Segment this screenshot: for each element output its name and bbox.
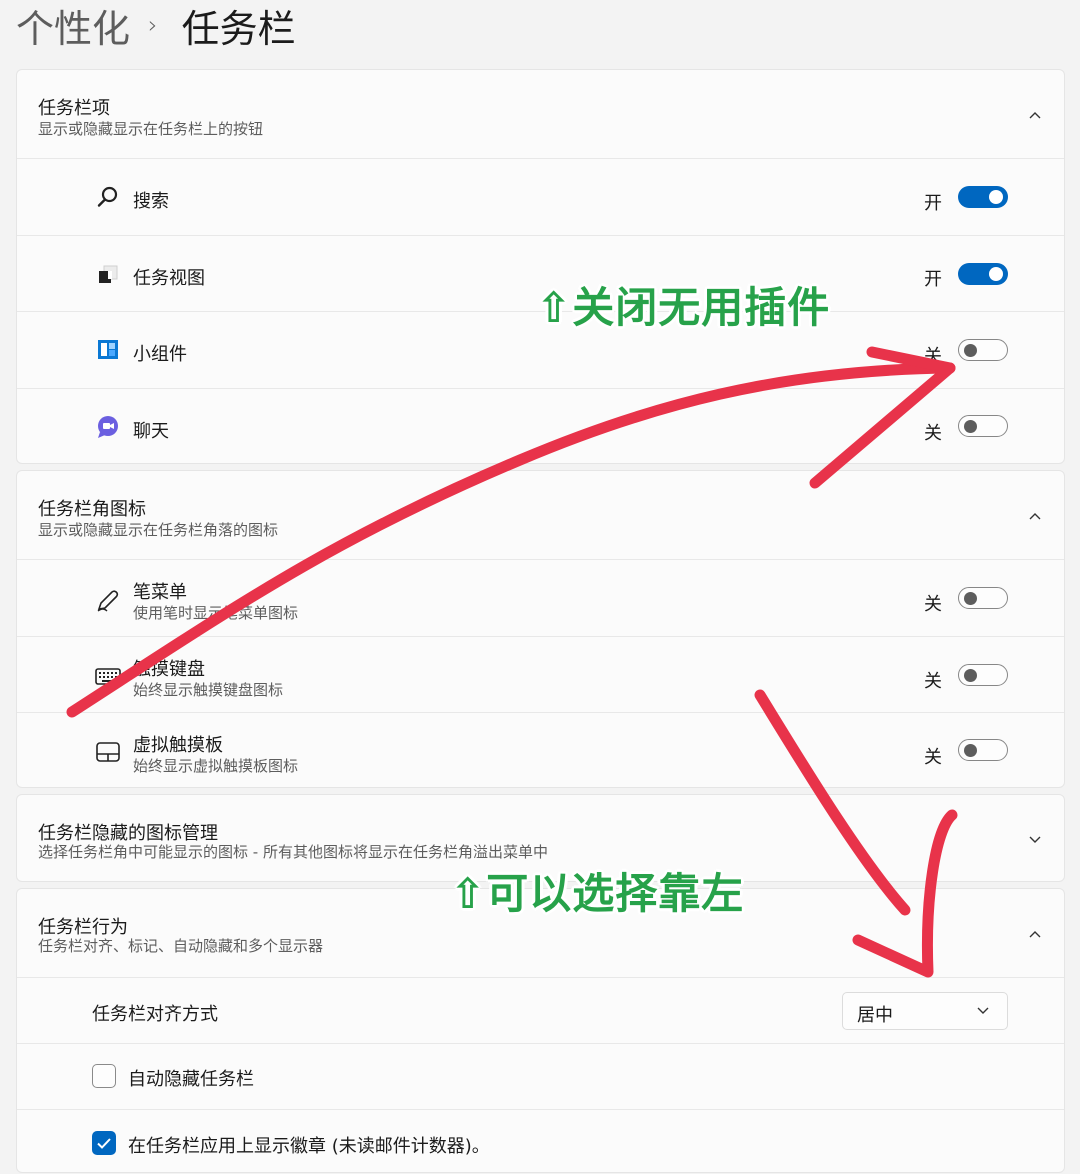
alignment-dropdown[interactable]: 居中 <box>842 992 1008 1030</box>
task-view-label: 任务视图 <box>133 268 205 289</box>
annotation-top-text: 关闭无用插件 <box>572 283 831 332</box>
annotation-close-plugins: ⇧关闭无用插件 <box>536 274 830 335</box>
widgets-icon <box>98 340 118 359</box>
badges-checkbox[interactable] <box>92 1131 116 1155</box>
widgets-label: 小组件 <box>133 344 187 365</box>
task-view-state: 开 <box>924 269 942 290</box>
annotation-bottom-text: 可以选择靠左 <box>486 869 745 918</box>
up-arrow-circle-icon: ⇧ <box>450 869 487 918</box>
section-subtitle: 显示或隐藏显示在任务栏上的按钮 <box>38 120 264 138</box>
touch-keyboard-description: 始终显示触摸键盘图标 <box>133 681 284 699</box>
taskbar-items-header[interactable]: 任务栏项 显示或隐藏显示在任务栏上的按钮 <box>17 70 1064 158</box>
search-toggle[interactable] <box>958 186 1008 208</box>
virtual-touchpad-label: 虚拟触摸板 <box>133 735 223 756</box>
pen-menu-toggle[interactable] <box>958 587 1008 609</box>
corner-icons-header[interactable]: 任务栏角图标 显示或隐藏显示在任务栏角落的图标 <box>17 471 1064 559</box>
auto-hide-label: 自动隐藏任务栏 <box>128 1069 254 1090</box>
task-view-toggle[interactable] <box>958 263 1008 285</box>
chevron-down-icon[interactable] <box>1028 832 1042 846</box>
virtual-touchpad-toggle[interactable] <box>958 739 1008 761</box>
section-subtitle: 选择任务栏角中可能显示的图标 - 所有其他图标将显示在任务栏角溢出菜单中 <box>38 843 548 861</box>
keyboard-icon <box>95 668 121 685</box>
task-view-icon <box>99 265 118 283</box>
pen-menu-state: 关 <box>924 594 942 615</box>
setting-row-virtual-touchpad[interactable]: 虚拟触摸板 始终显示虚拟触摸板图标 关 <box>17 712 1064 789</box>
setting-row-auto-hide[interactable]: 自动隐藏任务栏 <box>17 1043 1064 1109</box>
touch-keyboard-state: 关 <box>924 671 942 692</box>
checkmark-icon <box>97 1138 111 1149</box>
section-subtitle: 显示或隐藏显示在任务栏角落的图标 <box>38 521 279 539</box>
section-title: 任务栏项 <box>38 98 110 119</box>
touch-keyboard-toggle[interactable] <box>958 664 1008 686</box>
widgets-state: 关 <box>924 346 942 367</box>
setting-row-badges[interactable]: 在任务栏应用上显示徽章 (未读邮件计数器)。 <box>17 1109 1064 1174</box>
setting-row-alignment: 任务栏对齐方式 居中 <box>17 977 1064 1043</box>
badges-label: 在任务栏应用上显示徽章 (未读邮件计数器)。 <box>128 1136 490 1157</box>
pen-menu-label: 笔菜单 <box>133 582 187 603</box>
alignment-value: 居中 <box>857 1005 893 1026</box>
section-title: 任务栏角图标 <box>38 499 146 520</box>
corner-icons-card: 任务栏角图标 显示或隐藏显示在任务栏角落的图标 笔菜单 使用笔时显示笔菜单图标 … <box>16 470 1065 788</box>
section-subtitle: 任务栏对齐、标记、自动隐藏和多个显示器 <box>38 937 324 955</box>
breadcrumb-separator: › <box>148 11 158 39</box>
chevron-up-icon[interactable] <box>1028 927 1042 941</box>
chevron-up-icon[interactable] <box>1028 108 1042 122</box>
touchpad-icon <box>96 742 120 762</box>
touch-keyboard-label: 触摸键盘 <box>133 659 205 680</box>
page-title: 任务栏 <box>181 6 296 51</box>
setting-row-touch-keyboard[interactable]: 触摸键盘 始终显示触摸键盘图标 关 <box>17 636 1064 712</box>
chat-icon <box>98 416 118 438</box>
virtual-touchpad-description: 始终显示虚拟触摸板图标 <box>133 757 299 775</box>
search-state: 开 <box>924 193 942 214</box>
pen-menu-description: 使用笔时显示笔菜单图标 <box>133 604 299 622</box>
chevron-up-icon[interactable] <box>1028 509 1042 523</box>
breadcrumb: 个性化 › 任务栏 <box>16 0 296 53</box>
search-icon <box>97 186 118 207</box>
virtual-touchpad-state: 关 <box>924 747 942 768</box>
alignment-label: 任务栏对齐方式 <box>92 1004 218 1025</box>
up-arrow-circle-icon: ⇧ <box>536 283 573 332</box>
setting-row-pen-menu[interactable]: 笔菜单 使用笔时显示笔菜单图标 关 <box>17 559 1064 636</box>
breadcrumb-parent[interactable]: 个性化 <box>16 0 130 53</box>
chat-toggle[interactable] <box>958 415 1008 437</box>
annotation-align-left: ⇧可以选择靠左 <box>450 860 744 921</box>
pen-icon <box>97 590 119 612</box>
setting-row-chat[interactable]: 聊天 关 <box>17 388 1064 465</box>
taskbar-items-card: 任务栏项 显示或隐藏显示在任务栏上的按钮 搜索 开 任务视图 开 小组件 关 聊… <box>16 69 1065 464</box>
setting-row-search[interactable]: 搜索 开 <box>17 158 1064 235</box>
chevron-down-icon <box>977 1007 989 1014</box>
search-label: 搜索 <box>133 191 169 212</box>
auto-hide-checkbox[interactable] <box>92 1064 116 1088</box>
chat-label: 聊天 <box>133 421 169 442</box>
widgets-toggle[interactable] <box>958 339 1008 361</box>
chat-state: 关 <box>924 423 942 444</box>
taskbar-behaviors-card: 任务栏行为 任务栏对齐、标记、自动隐藏和多个显示器 任务栏对齐方式 居中 自动隐… <box>16 888 1065 1173</box>
